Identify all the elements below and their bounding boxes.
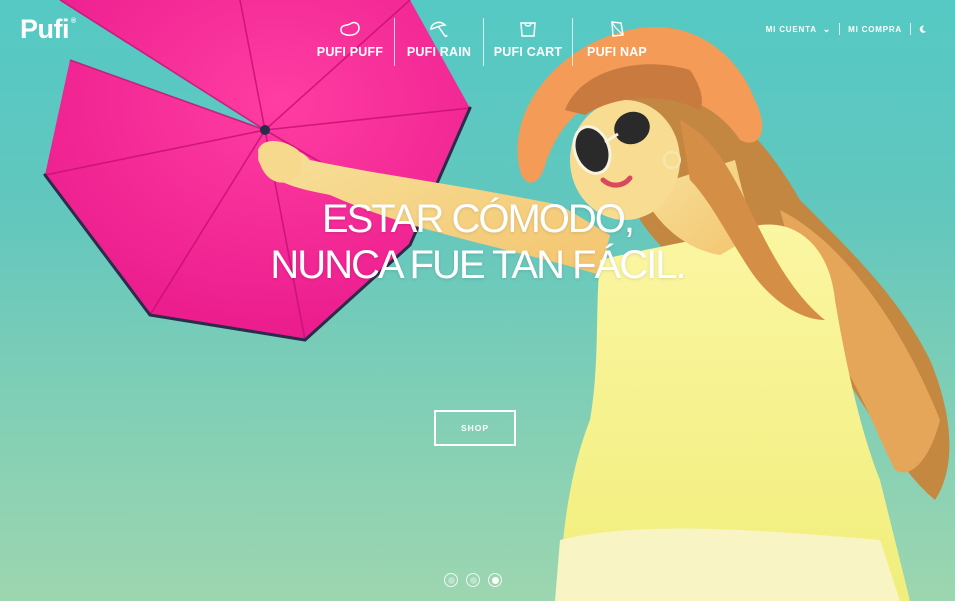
divider bbox=[910, 23, 911, 35]
nav-item-pufi-puff[interactable]: PUFI PUFF bbox=[306, 18, 394, 66]
hero-banner: Pufi ® PUFI PUFF PUFI RAIN PUFI CART PUF… bbox=[0, 0, 955, 601]
umbrella-icon bbox=[430, 21, 448, 38]
shop-button[interactable]: SHOP bbox=[434, 410, 516, 446]
nav-item-pufi-cart[interactable]: PUFI CART bbox=[483, 18, 572, 66]
nap-pillow-icon bbox=[611, 21, 624, 37]
nav-item-pufi-rain[interactable]: PUFI RAIN bbox=[394, 18, 483, 66]
nav-label: PUFI CART bbox=[493, 45, 563, 59]
cart-bag-icon bbox=[520, 22, 536, 37]
my-account-link[interactable]: MI CUENTA bbox=[766, 25, 817, 34]
main-nav: PUFI PUFF PUFI RAIN PUFI CART PUFI NAP bbox=[306, 18, 661, 66]
headline-line-2: NUNCA FUE TAN FÁCIL. bbox=[270, 243, 686, 287]
my-purchase-link[interactable]: MI COMPRA bbox=[848, 25, 902, 34]
nav-label: PUFI PUFF bbox=[316, 45, 384, 59]
divider bbox=[839, 23, 841, 35]
slide-dot-3[interactable] bbox=[488, 573, 502, 587]
slide-dot-2[interactable] bbox=[466, 573, 480, 587]
hero-photo bbox=[43, 0, 950, 601]
puff-bean-icon bbox=[340, 21, 360, 36]
brand-name: Pufi bbox=[20, 14, 70, 44]
chevron-down-icon[interactable]: ⌄ bbox=[823, 24, 831, 35]
pufi-logo[interactable]: Pufi ® bbox=[20, 14, 76, 45]
account-menu: MI CUENTA ⌄ MI COMPRA bbox=[766, 23, 927, 35]
nav-label: PUFI NAP bbox=[587, 45, 647, 59]
slide-dot-1[interactable] bbox=[444, 573, 458, 587]
slider-pagination bbox=[444, 573, 502, 587]
nav-label: PUFI RAIN bbox=[406, 45, 472, 59]
registered-mark: ® bbox=[71, 18, 76, 25]
headline-line-1: ESTAR CÓMODO, bbox=[321, 197, 635, 241]
nav-item-pufi-nap[interactable]: PUFI NAP bbox=[572, 18, 661, 66]
cart-moon-icon[interactable] bbox=[919, 25, 927, 33]
hero-headline: ESTAR CÓMODO, NUNCA FUE TAN FÁCIL. bbox=[0, 196, 955, 288]
